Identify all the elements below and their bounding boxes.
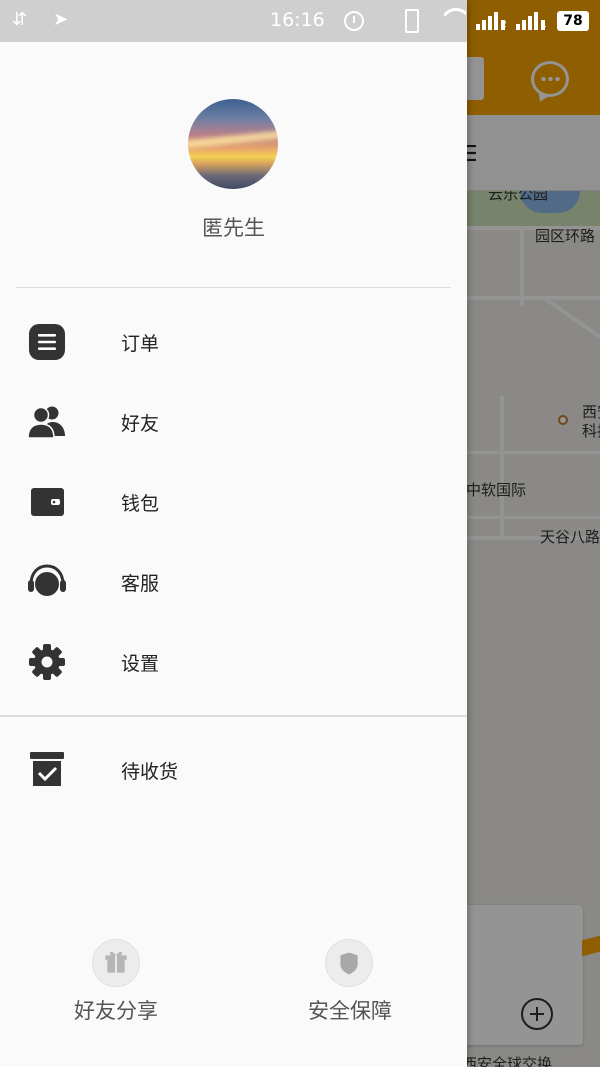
share-label: 好友分享 xyxy=(74,999,158,1023)
username: 匿先生 xyxy=(202,216,265,240)
vibrate-icon xyxy=(405,9,419,33)
screen: ☰ 云乐公园 园区环路 西安 科技 中软国际 天谷八路 西安全球交换 xyxy=(0,0,600,1067)
drawer-footer: 好友分享 安全保障 xyxy=(0,935,467,1035)
sim-label: 2 xyxy=(501,20,507,30)
status-time: 16:16 xyxy=(270,9,325,31)
customer-service-icon xyxy=(28,564,66,596)
status-bar: ⇵ ➤ 16:16 2 1 78 xyxy=(0,0,600,42)
security-guarantee-button[interactable]: 安全保障 xyxy=(250,935,450,1035)
settings-gear-icon xyxy=(29,644,65,680)
avatar[interactable] xyxy=(188,99,278,189)
menu-item-label: 设置 xyxy=(121,653,160,675)
drawer-secondary-menu: 待收货 xyxy=(0,730,467,810)
menu-item-label: 待收货 xyxy=(121,761,179,783)
menu-item-wallet[interactable]: 钱包 xyxy=(0,462,467,542)
drawer-menu: 订单 好友 钱包 客服 设置 xyxy=(0,302,467,702)
menu-item-friends[interactable]: 好友 xyxy=(0,382,467,462)
profile-header[interactable]: 匿先生 xyxy=(0,42,467,287)
alarm-icon xyxy=(344,11,364,31)
wifi-icon xyxy=(440,8,466,32)
menu-item-orders[interactable]: 订单 xyxy=(0,302,467,382)
menu-item-customer-service[interactable]: 客服 xyxy=(0,542,467,622)
battery-icon: 78 xyxy=(557,11,589,31)
pending-delivery-box-icon xyxy=(30,752,64,786)
menu-item-label: 订单 xyxy=(121,333,160,355)
gift-icon xyxy=(92,939,140,987)
shield-icon xyxy=(325,939,373,987)
divider xyxy=(0,715,467,717)
order-list-icon xyxy=(29,324,65,360)
location-arrow-icon: ➤ xyxy=(53,9,69,30)
signal-icon: 2 xyxy=(476,12,507,30)
signal-icon: 1 xyxy=(516,12,547,30)
friends-icon xyxy=(27,406,65,439)
menu-item-label: 钱包 xyxy=(121,493,160,515)
navigation-drawer: 匿先生 订单 好友 钱包 客服 设置 待收货 好友分享 安全保障 xyxy=(0,0,467,1067)
divider xyxy=(16,287,451,288)
security-label: 安全保障 xyxy=(308,999,392,1023)
usb-icon: ⇵ xyxy=(12,9,28,30)
menu-item-pending-delivery[interactable]: 待收货 xyxy=(0,730,467,810)
menu-item-label: 客服 xyxy=(121,573,160,595)
wallet-icon xyxy=(31,488,64,516)
sim-label: 1 xyxy=(541,20,547,30)
menu-item-settings[interactable]: 设置 xyxy=(0,622,467,702)
share-with-friends-button[interactable]: 好友分享 xyxy=(16,935,216,1035)
menu-item-label: 好友 xyxy=(121,413,160,435)
